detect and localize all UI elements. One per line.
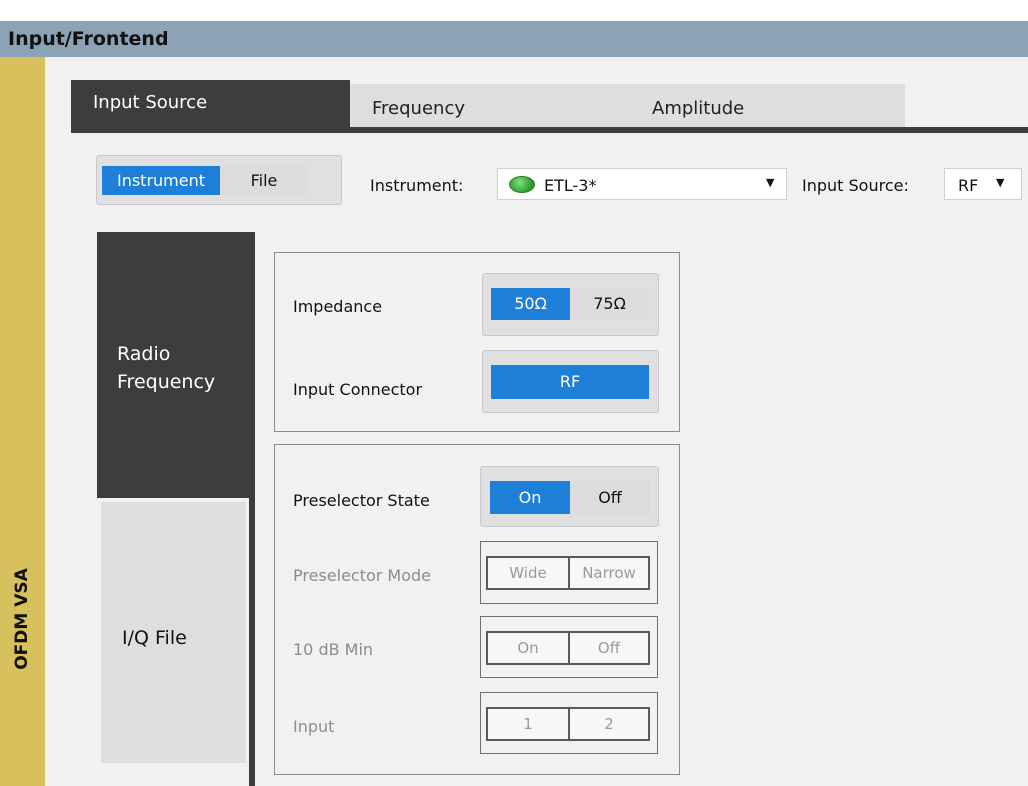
tab-amplitude[interactable]: Amplitude [630,84,905,127]
input-number-toggle: 1 2 [480,692,658,754]
chevron-down-icon: ▼ [766,176,775,189]
vertical-tab-divider [249,232,255,786]
input-source-label: Input Source: [802,176,909,195]
input-label: Input [293,717,335,736]
app-sidebar[interactable]: OFDM VSA [0,57,45,786]
input-connector-control: RF [482,350,659,413]
preselector-state-toggle: On Off [480,466,659,527]
min-10db-off-button[interactable]: Off [568,631,650,665]
source-toggle: Instrument File [96,155,342,205]
impedance-toggle: 50Ω 75Ω [482,273,659,336]
instrument-label: Instrument: [370,176,464,195]
impedance-75-button[interactable]: 75Ω [570,288,649,320]
preselector-mode-label: Preselector Mode [293,566,432,585]
vtab-radio-frequency-label: Radio Frequency [117,343,216,393]
preselector-wide-button[interactable]: Wide [486,556,570,590]
preselector-state-label: Preselector State [293,491,430,510]
input-1-button[interactable]: 1 [486,707,570,741]
vtab-radio-frequency[interactable]: Radio Frequency [97,232,249,498]
chevron-down-icon: ▼ [996,176,1005,189]
window-title: Input/Frontend [8,28,169,50]
file-toggle-button[interactable]: File [220,166,308,195]
window-titlebar: Input/Frontend [0,21,1028,57]
input-source-dropdown[interactable]: RF ▼ [944,168,1022,200]
instrument-toggle-button[interactable]: Instrument [102,166,220,195]
impedance-label: Impedance [293,297,383,316]
input-2-button[interactable]: 2 [568,707,650,741]
impedance-50-button[interactable]: 50Ω [491,288,570,320]
input-connector-label: Input Connector [293,380,423,399]
preselector-narrow-button[interactable]: Narrow [568,556,650,590]
instrument-value: ETL-3* [544,176,597,195]
input-source-value: RF [958,176,979,195]
tab-frequency[interactable]: Frequency [350,84,630,127]
instrument-status-icon [509,176,535,193]
min-10db-on-button[interactable]: On [486,631,570,665]
preselector-mode-toggle: Wide Narrow [480,541,658,604]
preselector-off-button[interactable]: Off [570,481,650,514]
vtab-iq-file[interactable]: I/Q File [101,502,246,763]
input-connector-button[interactable]: RF [491,365,649,399]
tab-input-source[interactable]: Input Source [71,80,350,127]
vtab-iq-file-label: I/Q File [122,627,187,649]
min-10db-toggle: On Off [480,616,658,678]
sidebar-app-label: OFDM VSA [12,568,32,670]
min-10db-label: 10 dB Min [293,640,374,659]
instrument-dropdown[interactable]: ETL-3* ▼ [497,168,787,200]
preselector-on-button[interactable]: On [490,481,570,514]
